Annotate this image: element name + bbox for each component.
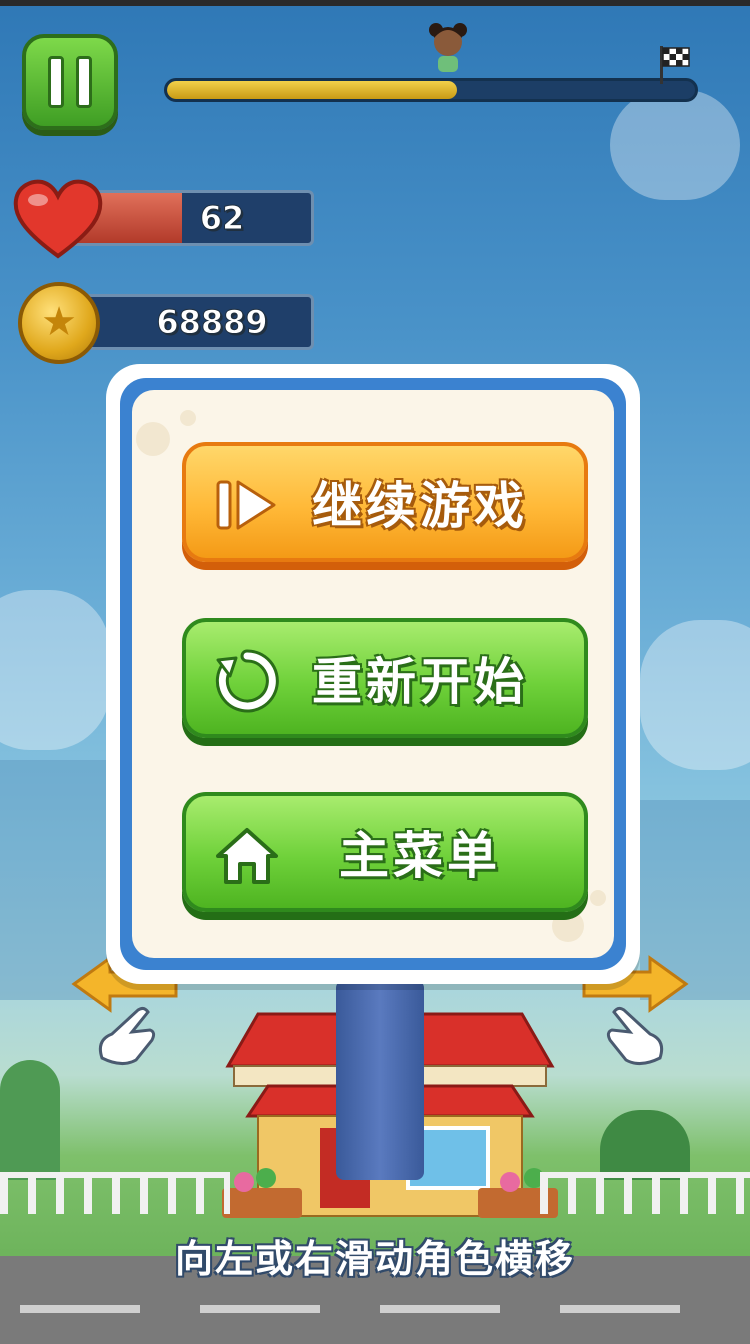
main-menu-button[interactable]: 主菜单	[182, 792, 588, 912]
cloud	[0, 590, 110, 750]
fence	[540, 1172, 750, 1214]
swipe-hand-icon	[606, 1006, 664, 1065]
resume-game-label: 继续游戏	[312, 477, 528, 535]
road-marking	[200, 1305, 320, 1313]
heart-icon	[13, 179, 103, 259]
coin-value: 68889	[156, 303, 268, 342]
swipe-hint-text: 向左或右滑动角色横移	[174, 1237, 575, 1281]
health-value: 62	[199, 199, 245, 238]
player-avatar-icon	[429, 23, 467, 72]
decor-bubble	[590, 890, 606, 906]
pause-icon	[48, 56, 64, 108]
finish-flag-icon	[660, 46, 690, 84]
road-marking	[380, 1305, 500, 1313]
decor-bubble	[552, 910, 584, 942]
pause-icon	[76, 56, 92, 108]
swipe-hand-icon	[98, 1006, 156, 1065]
road-marking	[20, 1305, 140, 1313]
tree	[600, 1110, 690, 1180]
pause-button[interactable]	[22, 34, 118, 130]
main-menu-label: 主菜单	[339, 827, 501, 885]
cloud	[640, 620, 750, 770]
player-character	[336, 980, 424, 1180]
road-marking	[560, 1305, 680, 1313]
game-scene: 62 68889 ★ 向左或右滑动角色横移 继续游戏 重新开始 主菜单	[0, 0, 750, 1344]
cloud	[610, 90, 740, 200]
decor-bubble	[180, 410, 196, 426]
pause-dialog: 继续游戏 重新开始 主菜单	[106, 364, 640, 984]
top-edge	[0, 0, 750, 6]
tree	[0, 1060, 60, 1180]
pause-dialog-panel: 继续游戏 重新开始 主菜单	[132, 390, 614, 958]
pause-dialog-frame: 继续游戏 重新开始 主菜单	[120, 378, 626, 970]
level-progress-fill	[167, 81, 458, 99]
coin-icon: ★	[18, 282, 100, 364]
resume-game-button[interactable]: 继续游戏	[182, 442, 588, 562]
level-progress-bar	[164, 78, 698, 102]
restart-label: 重新开始	[312, 653, 528, 711]
decor-bubble	[136, 422, 170, 456]
fence	[0, 1172, 230, 1214]
restart-button[interactable]: 重新开始	[182, 618, 588, 738]
